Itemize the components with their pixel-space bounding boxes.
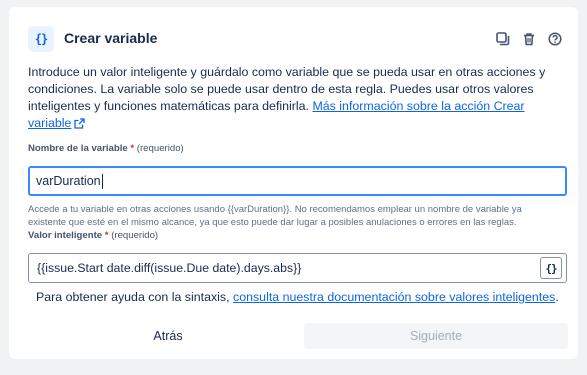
braces-icon: {} [545, 261, 557, 275]
variable-name-label: Nombre de la variable * (requerido) [28, 143, 184, 154]
delete-button[interactable] [519, 29, 539, 49]
create-variable-panel: {} Crear variable Introduce un valor int… [9, 7, 578, 359]
description: Introduce un valor inteligente y guárdal… [28, 64, 558, 132]
variable-name-value: varDuration [36, 174, 101, 188]
trash-icon [524, 33, 534, 46]
insert-smart-value-button[interactable]: {} [540, 257, 562, 279]
panel-title: Crear variable [64, 30, 158, 46]
text-caret [101, 173, 103, 189]
panel-header: {} Crear variable [28, 26, 566, 52]
variable-name-input[interactable]: varDuration [28, 166, 567, 196]
external-link-icon [74, 118, 86, 129]
next-button[interactable]: Siguiente [304, 323, 568, 349]
help-button[interactable] [545, 29, 565, 49]
smart-values-docs-link[interactable]: consulta nuestra documentación sobre val… [233, 290, 555, 304]
smart-value-text: {{issue.Start date.diff(issue.Due date).… [37, 261, 302, 275]
duplicate-button[interactable] [493, 29, 513, 49]
variable-name-help: Accede a tu variable en otras acciones u… [28, 204, 522, 228]
variable-braces-icon: {} [28, 26, 54, 52]
smart-value-label: Valor inteligente * (requerido) [28, 230, 159, 241]
syntax-help: Para obtener ayuda con la sintaxis, cons… [36, 290, 559, 304]
duplicate-icon [496, 32, 510, 46]
help-icon [548, 32, 562, 46]
back-button[interactable]: Atrás [37, 323, 299, 349]
smart-value-input[interactable]: {{issue.Start date.diff(issue.Due date).… [28, 253, 567, 283]
